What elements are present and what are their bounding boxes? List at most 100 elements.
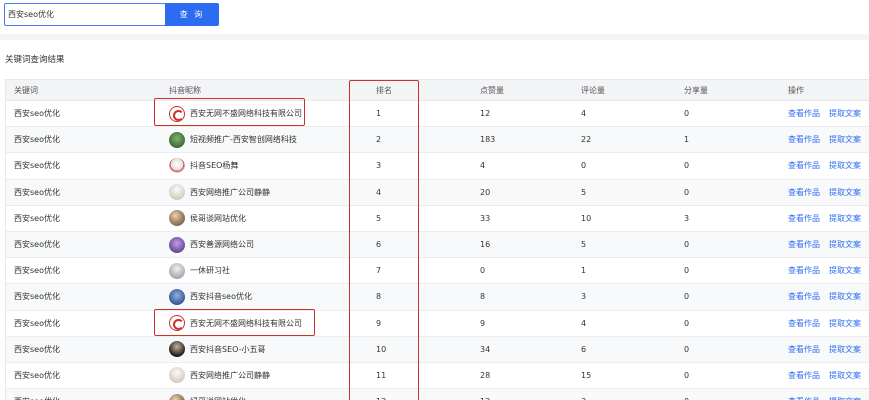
cell-ops: 查看作品提取文案 [788, 258, 869, 283]
view-works-link[interactable]: 查看作品 [788, 265, 820, 276]
cell-comments: 4 [581, 318, 587, 328]
view-works-link[interactable]: 查看作品 [788, 344, 820, 355]
cell-shares: 1 [684, 135, 690, 145]
cell-shares: 0 [684, 187, 690, 197]
table-row: 西安seo优化 西安抖音SEO-小五哥 10 34 6 0 查看作品 提取文案 [6, 336, 869, 363]
extract-copy-link[interactable]: 提取文案 [829, 318, 861, 329]
cell-shares: 0 [684, 109, 690, 119]
table-row: 西安seo优化 西安善源网络公司 6 16 5 0 查看作品 提取文案 [6, 231, 869, 259]
cell-keyword: 西安seo优化 [14, 161, 60, 171]
cell-name: 西安无网不盛网络科技有限公司 [169, 101, 302, 126]
header-rank: 排名 [376, 85, 392, 95]
cell-shares: 0 [684, 161, 690, 171]
cell-likes: 183 [480, 135, 496, 145]
extract-copy-link[interactable]: 提取文案 [829, 239, 861, 250]
table-row: 西安seo优化 一休研习社 7 0 1 0 查看作品 提取文案 [6, 258, 869, 285]
cell-ops: 查看作品提取文案 [788, 153, 869, 178]
table-row: 西安seo优化 西安抖音seo优化 8 8 3 0 查看作品 提取文案 [6, 284, 869, 311]
view-works-link[interactable]: 查看作品 [788, 160, 820, 171]
extract-copy-link[interactable]: 提取文案 [829, 187, 861, 198]
table-body: 西安seo优化 西安无网不盛网络科技有限公司 1 12 4 0 查看作品 提取文案 西安seo优… [6, 101, 869, 400]
cell-shares: 0 [684, 266, 690, 276]
view-works-link[interactable]: 查看作品 [788, 213, 820, 224]
cell-ops: 查看作品提取文案 [788, 284, 869, 309]
cell-comments: 0 [581, 161, 587, 171]
view-works-link[interactable]: 查看作品 [788, 370, 820, 381]
cell-keyword: 西安seo优化 [14, 389, 60, 400]
cell-likes: 12 [480, 389, 490, 400]
cell-comments: 3 [581, 389, 586, 400]
section-title: 关键词查询结果 [5, 55, 65, 65]
cell-likes: 33 [480, 213, 491, 223]
cell-name: 西安善源网络公司 [169, 232, 254, 257]
cell-shares: 0 [684, 318, 690, 328]
table-row: 西安seo优化绿哥说网站优化 12 12 3 0 查看作品 提取文案 [6, 389, 869, 400]
cell-name: 绿哥说网站优化 [169, 389, 246, 400]
cell-name-text: 西安抖音SEO-小五哥 [190, 344, 266, 354]
view-works-link[interactable]: 查看作品 [788, 396, 820, 400]
view-works-link[interactable]: 查看作品 [788, 187, 820, 198]
cell-rank: 2 [376, 135, 382, 145]
cell-keyword: 西安seo优化 [14, 266, 60, 276]
cell-name: 侯哥谈网站优化 [169, 206, 246, 231]
cell-rank: 7 [376, 266, 382, 276]
view-works-link[interactable]: 查看作品 [788, 291, 820, 302]
cell-name-text: 西安无网不盛网络科技有限公司 [190, 318, 302, 328]
header-keyword: 关键词 [14, 85, 38, 95]
photo-avatar-icon [169, 393, 185, 400]
cell-keyword: 西安seo优化 [14, 292, 60, 302]
cell-ops: 查看作品提取文案 [788, 232, 869, 257]
view-works-link[interactable]: 查看作品 [788, 318, 820, 329]
cell-likes: 16 [480, 240, 491, 250]
cell-likes: 20 [480, 187, 491, 197]
extract-copy-link[interactable]: 提取文案 [829, 265, 861, 276]
cell-likes: 0 [480, 266, 486, 276]
light-avatar-icon [169, 184, 185, 201]
extract-copy-link[interactable]: 提取文案 [829, 370, 861, 381]
extract-copy-link[interactable]: 提取文案 [829, 344, 861, 355]
cell-comments: 5 [581, 240, 587, 250]
table-row: 西安seo优化 西安无网不盛网络科技有限公司 1 12 4 0 查看作品 提取文案 [6, 101, 869, 128]
cell-keyword: 西安seo优化 [14, 135, 60, 145]
cell-name: 西安网络推广公司静静 [169, 180, 270, 205]
header-shares: 分享量 [684, 85, 708, 95]
view-works-link[interactable]: 查看作品 [788, 108, 820, 119]
extract-copy-link[interactable]: 提取文案 [829, 160, 861, 171]
table-row: 西安seo优化 侯哥谈网站优化 5 33 10 3 查看作品 提取文案 [6, 205, 869, 232]
results-table: 关键词 抖音昵称 排名 点赞量 评论量 分享量 操作 西安seo优化西安无网不盛… [5, 79, 869, 400]
header-ops: 操作 [788, 85, 804, 95]
cell-keyword: 西安seo优化 [14, 187, 60, 197]
extract-copy-link[interactable]: 提取文案 [829, 213, 861, 224]
cell-name: 西安抖音SEO-小五哥 [169, 337, 266, 362]
view-works-link[interactable]: 查看作品 [788, 134, 820, 145]
cell-name-text: 西安网络推广公司静静 [190, 370, 270, 380]
cell-comments: 4 [581, 109, 587, 119]
view-works-link[interactable]: 查看作品 [788, 239, 820, 250]
cell-name-text: 西安网络推广公司静静 [190, 187, 270, 197]
cell-ops: 查看作品提取文案 [788, 127, 869, 152]
table-header: 关键词 抖音昵称 排名 点赞量 评论量 分享量 操作 [6, 80, 869, 101]
search-button[interactable]: 查 询 [165, 3, 219, 26]
extract-copy-link[interactable]: 提取文案 [829, 108, 861, 119]
extract-copy-link[interactable]: 提取文案 [829, 396, 861, 400]
cell-ops: 查看作品提取文案 [788, 180, 869, 205]
cell-ops: 查看作品提取文案 [788, 311, 869, 336]
cell-ops: 查看作品 提取文案 [788, 389, 869, 400]
extract-copy-link[interactable]: 提取文案 [829, 291, 861, 302]
cell-ops: 查看作品提取文案 [788, 363, 869, 388]
cell-rank: 6 [376, 240, 382, 250]
cell-keyword: 西安seo优化 [14, 370, 60, 380]
cell-comments: 10 [581, 213, 592, 223]
search-input[interactable] [4, 3, 165, 26]
cell-shares: 3 [684, 213, 690, 223]
cell-shares: 0 [684, 240, 690, 250]
cell-shares: 0 [684, 292, 690, 302]
cell-likes: 8 [480, 292, 486, 302]
cell-name-text: 西安无网不盛网络科技有限公司 [190, 109, 302, 119]
cell-rank: 4 [376, 187, 382, 197]
cell-likes: 28 [480, 370, 491, 380]
cell-ops: 查看作品提取文案 [788, 337, 869, 362]
cell-name: 短视频推广-西安智创网络科技 [169, 127, 297, 152]
extract-copy-link[interactable]: 提取文案 [829, 134, 861, 145]
cell-name: 一休研习社 [169, 258, 230, 283]
